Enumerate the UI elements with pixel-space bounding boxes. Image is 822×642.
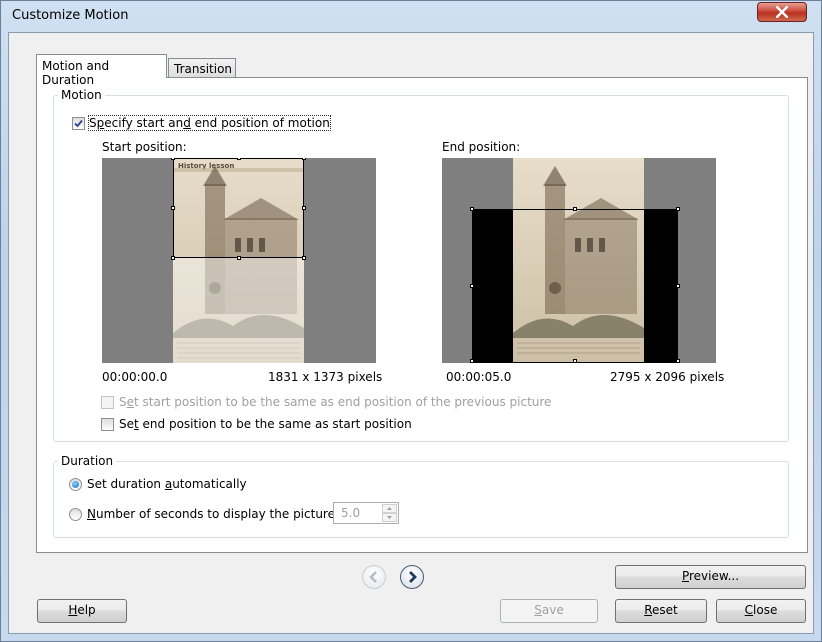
chevron-left-icon xyxy=(369,571,377,583)
window-title: Customize Motion xyxy=(12,8,129,23)
resize-handle[interactable] xyxy=(237,158,241,160)
resize-handle[interactable] xyxy=(171,256,175,260)
duration-group xyxy=(53,461,789,538)
close-window-button[interactable] xyxy=(757,2,807,22)
specify-motion-label[interactable]: Specify start and end position of motion xyxy=(88,115,331,131)
specify-motion-checkbox[interactable] xyxy=(72,117,85,130)
resize-handle[interactable] xyxy=(171,206,175,210)
start-crop-rectangle[interactable] xyxy=(173,158,304,258)
resize-handle[interactable] xyxy=(470,207,474,211)
auto-duration-label[interactable]: Set duration automatically xyxy=(87,477,247,491)
help-button[interactable]: Help xyxy=(37,599,127,623)
resize-handle[interactable] xyxy=(302,158,306,160)
resize-handle[interactable] xyxy=(573,359,577,363)
resize-handle[interactable] xyxy=(470,284,474,288)
motion-group-label: Motion xyxy=(58,88,105,102)
start-size-readout: 1831 x 1373 pixels xyxy=(268,370,383,384)
tab-transition[interactable]: Transition xyxy=(168,58,236,78)
seconds-spinbox[interactable]: 5.0 xyxy=(333,502,399,524)
resize-handle[interactable] xyxy=(171,158,175,160)
seconds-duration-label[interactable]: Number of seconds to display the picture xyxy=(87,507,335,521)
arrow-down-icon xyxy=(387,516,392,519)
resize-handle[interactable] xyxy=(676,207,680,211)
close-icon xyxy=(776,6,788,18)
same-as-previous-checkbox[interactable] xyxy=(101,396,114,409)
next-picture-button[interactable] xyxy=(400,565,424,589)
checkmark-icon xyxy=(74,119,83,128)
start-position-preview[interactable]: History lesson xyxy=(102,158,376,363)
end-position-label: End position: xyxy=(442,140,521,154)
chevron-right-icon xyxy=(409,571,417,583)
auto-duration-radio[interactable] xyxy=(69,478,82,491)
seconds-duration-radio[interactable] xyxy=(69,508,82,521)
previous-picture-button[interactable] xyxy=(362,565,386,589)
close-button[interactable]: Close xyxy=(716,599,806,623)
resize-handle[interactable] xyxy=(470,359,474,363)
same-as-previous-label: Set start position to be the same as end… xyxy=(119,395,552,409)
resize-handle[interactable] xyxy=(302,206,306,210)
outside-crop-overlay xyxy=(173,258,304,363)
tab-motion-and-duration[interactable]: Motion and Duration xyxy=(36,54,167,87)
resize-handle[interactable] xyxy=(676,284,680,288)
resize-handle[interactable] xyxy=(237,256,241,260)
tab-label: Transition xyxy=(174,62,233,76)
same-as-start-checkbox[interactable] xyxy=(101,418,114,431)
resize-handle[interactable] xyxy=(573,207,577,211)
end-crop-rectangle[interactable] xyxy=(472,209,678,363)
resize-handle[interactable] xyxy=(302,256,306,260)
reset-button[interactable]: Reset xyxy=(615,599,707,623)
end-position-preview[interactable] xyxy=(442,158,716,363)
save-button[interactable]: Save xyxy=(500,599,598,623)
arrow-up-icon xyxy=(387,507,392,510)
duration-group-label: Duration xyxy=(58,454,117,468)
start-time-readout: 00:00:00.0 xyxy=(102,370,168,384)
resize-handle[interactable] xyxy=(676,359,680,363)
spin-down-button[interactable] xyxy=(382,513,397,522)
end-time-readout: 00:00:05.0 xyxy=(446,370,512,384)
spin-up-button[interactable] xyxy=(382,504,397,513)
start-position-label: Start position: xyxy=(102,140,187,154)
title-bar[interactable]: Customize Motion xyxy=(0,0,822,32)
seconds-value: 5.0 xyxy=(341,506,361,520)
same-as-start-label[interactable]: Set end position to be the same as start… xyxy=(119,417,412,431)
end-size-readout: 2795 x 2096 pixels xyxy=(610,370,725,384)
preview-button[interactable]: Preview... xyxy=(615,565,806,589)
